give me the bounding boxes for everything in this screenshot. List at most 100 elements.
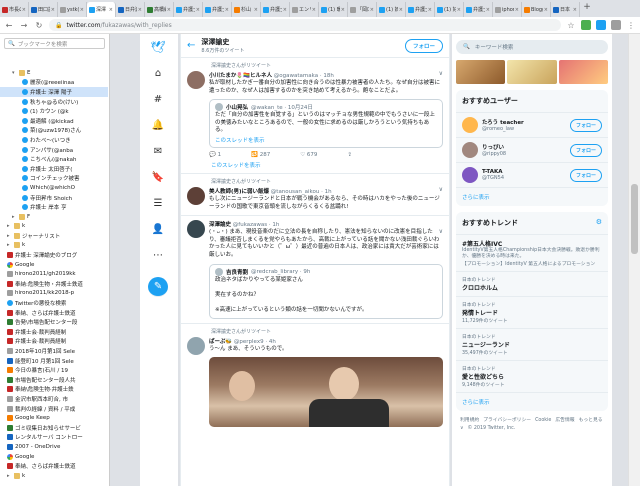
show-more-link[interactable]: さらに表示 <box>456 188 608 206</box>
more-icon[interactable]: ⋯ <box>151 248 165 262</box>
close-icon[interactable]: × <box>109 7 113 13</box>
share-icon[interactable]: ⇪ <box>347 152 352 158</box>
chevron-right-icon[interactable]: ▸ <box>7 242 12 248</box>
reload-icon[interactable]: ↻ <box>34 21 44 30</box>
avatar[interactable] <box>462 142 478 158</box>
close-icon[interactable]: × <box>428 7 432 13</box>
close-icon[interactable]: × <box>341 7 345 13</box>
close-icon[interactable]: × <box>399 7 403 13</box>
chevron-down-icon[interactable]: ∨ <box>439 228 443 235</box>
new-tab-button[interactable]: + <box>580 2 594 17</box>
bookmark-item[interactable]: 弁護士 太田啓子( <box>0 164 108 174</box>
menu-icon[interactable]: ⋮ <box>626 21 636 30</box>
close-icon[interactable]: × <box>457 7 461 13</box>
chevron-right-icon[interactable]: ▸ <box>7 223 12 229</box>
home-icon[interactable]: ⌂ <box>151 66 165 80</box>
browser-tab[interactable]: 杉山 × <box>232 2 261 17</box>
close-icon[interactable]: × <box>573 7 577 13</box>
bookmark-folder[interactable]: ▸ k <box>0 222 108 232</box>
tweet-author[interactable]: 美人教師(男)に弱い飯爆 <box>209 189 269 195</box>
bookmark-item[interactable]: 金沢市駅西本町合, 市 <box>0 394 108 404</box>
browser-tab[interactable]: 日弁連× <box>116 2 145 17</box>
bookmark-item[interactable]: Google Keep <box>0 413 108 423</box>
tweet[interactable]: 深澤諭史さんがリツイート ∨ 小川たまか🌷🏳️‍🌈ヒルネ人 @ogawatama… <box>181 58 449 174</box>
tweet-photo[interactable] <box>209 357 443 428</box>
close-icon[interactable]: × <box>51 7 55 13</box>
follow-button[interactable]: フォロー <box>569 168 602 182</box>
browser-tab[interactable]: 深澤 × <box>87 2 116 17</box>
show-thread-link[interactable]: このスレッドを表示 <box>187 161 443 169</box>
media-strip[interactable] <box>456 60 608 84</box>
bookmark-item[interactable]: 弁護士会·裁判員経制 <box>0 327 108 337</box>
tweet[interactable]: 深澤諭史さんがリツイート ぱーぷ🐝 @perplex9 · 4h う〜ん まあ、… <box>181 324 449 432</box>
browser-tab[interactable]: (1) 好× <box>435 2 464 17</box>
bookmark-item[interactable]: 奉納、さらば弁護士鉄道 <box>0 308 108 318</box>
bookmark-folder[interactable]: ▸ F <box>0 212 108 222</box>
browser-tab[interactable]: (1) 暖× <box>319 2 348 17</box>
twitter-logo-icon[interactable]: 🕊 <box>150 40 165 54</box>
chevron-down-icon[interactable]: ∨ <box>439 186 443 193</box>
chevron-right-icon[interactable]: ▸ <box>7 233 12 239</box>
bookmark-item[interactable]: 能登町10 月第1回 Sele <box>0 356 108 366</box>
bookmark-item[interactable]: 菜(@uzw1978)さん <box>0 126 108 136</box>
bookmark-folder[interactable]: ▸ ジャーナリスト <box>0 231 108 241</box>
trend-item[interactable]: 日本のトレンド 愛と性欲どちら 9,148件のツイート <box>456 361 608 393</box>
extension-icon[interactable] <box>581 20 591 30</box>
bookmark-item[interactable]: 今日の暴言(石川 / 19 <box>0 365 108 375</box>
notifications-icon[interactable]: 🔔 <box>151 118 165 132</box>
recommended-user[interactable]: T-TAKA @TGN54 フォロー <box>456 163 608 188</box>
close-icon[interactable]: × <box>515 7 519 13</box>
close-icon[interactable]: × <box>22 7 26 13</box>
footer-link[interactable]: 広告情報 <box>555 418 574 423</box>
reply-button[interactable]: 💬 1 <box>209 152 221 158</box>
gear-icon[interactable]: ⚙ <box>596 218 602 228</box>
bookmark-item[interactable]: 奉納、さらば弁護士鉄道 <box>0 461 108 471</box>
footer-link[interactable]: Cookie <box>535 418 551 423</box>
browser-tab[interactable]: 弁護士× <box>464 2 493 17</box>
avatar[interactable] <box>187 336 205 355</box>
browser-tab[interactable]: 弁護士× <box>406 2 435 17</box>
bookmark-item[interactable]: 2007 - OneDrive <box>0 442 108 452</box>
lists-icon[interactable]: ☰ <box>151 196 165 210</box>
bookmark-item[interactable]: ゴミ収集日お知らせサービ <box>0 423 108 433</box>
profile-icon[interactable]: 👤 <box>151 222 165 236</box>
back-arrow-icon[interactable]: ← <box>187 40 195 51</box>
bookmark-item[interactable]: 寺田昇市 Shoich <box>0 193 108 203</box>
bookmark-item[interactable]: 奉納\危険生物·弁護士鉄 <box>0 385 108 395</box>
browser-tab[interactable]: 田口詳× <box>29 2 58 17</box>
browser-tab[interactable]: 弁護士× <box>203 2 232 17</box>
bookmarks-icon[interactable]: 🔖 <box>151 170 165 184</box>
quoted-tweet[interactable]: 吉良青劉 @redcrab_library · 9h 政治ネタばかりやってる某姫家… <box>209 263 443 319</box>
chevron-right-icon[interactable]: ▸ <box>12 214 17 220</box>
close-icon[interactable]: × <box>225 7 229 13</box>
like-button[interactable]: ♡ 679 <box>300 152 317 158</box>
browser-tab[interactable]: 「岡口× <box>348 2 377 17</box>
tweet-author[interactable]: ぱーぷ🐝 <box>209 339 232 345</box>
follow-button[interactable]: フォロー <box>404 38 443 53</box>
bookmark-item[interactable]: hirono2011/kk2018-p <box>0 289 108 299</box>
chevron-down-icon[interactable]: ∨ <box>439 70 443 77</box>
messages-icon[interactable]: ✉ <box>151 144 165 158</box>
bookmark-item[interactable]: レンタルサーバ コントロー <box>0 433 108 443</box>
trend-item[interactable]: 日本のトレンド 発情トレード 11,729件のツイート <box>456 297 608 329</box>
close-icon[interactable]: × <box>544 7 548 13</box>
chevron-down-icon[interactable]: ▾ <box>12 70 17 76</box>
avatar[interactable] <box>187 186 205 205</box>
scroll-thumb[interactable] <box>631 184 638 254</box>
bookmark-item[interactable]: 麗奈(@reeeiinaa <box>0 78 108 88</box>
avatar[interactable] <box>187 220 205 239</box>
browser-tab[interactable]: Blogg× <box>522 2 551 17</box>
recommended-user[interactable]: たろう teacher @romeo_law フォロー <box>456 113 608 138</box>
bookmark-folder[interactable]: ▸ k <box>0 241 108 251</box>
show-thread-link[interactable]: このスレッドを表示 <box>215 136 437 144</box>
recommended-user[interactable]: りっぴい @rippy08 フォロー <box>456 138 608 163</box>
browser-tab[interactable]: iphon× <box>493 2 522 17</box>
profile-icon[interactable] <box>611 20 621 30</box>
bookmark-item[interactable]: 告発\市場告配センター段 <box>0 317 108 327</box>
footer-link[interactable]: © 2019 Twitter, Inc. <box>468 426 516 431</box>
forward-icon[interactable]: → <box>19 21 29 30</box>
bookmark-item[interactable]: 市場告配センター段人共 <box>0 375 108 385</box>
tweet[interactable]: 深澤諭史さんがリツイート ∨ 美人教師(男)に弱い飯爆 @tanousan_ai… <box>181 174 449 217</box>
avatar[interactable] <box>462 167 478 183</box>
footer-link[interactable]: プライバシーポリシー <box>483 418 531 423</box>
